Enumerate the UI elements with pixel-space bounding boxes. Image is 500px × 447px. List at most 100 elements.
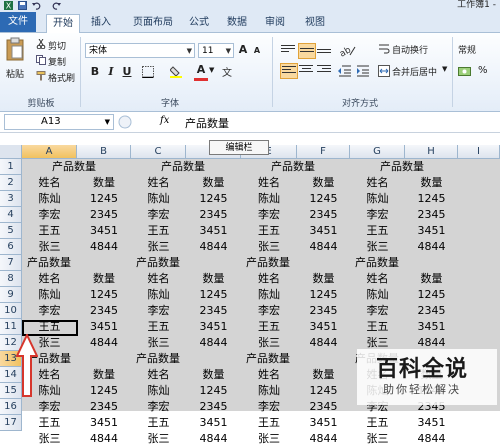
name-cell[interactable]: 王五 — [241, 319, 297, 335]
quantity-cell[interactable]: 2345 — [77, 399, 131, 415]
name-cell[interactable]: 李宏 — [22, 399, 77, 415]
quantity-cell[interactable]: 4844 — [186, 239, 241, 255]
quantity-cell[interactable]: 3451 — [77, 223, 131, 239]
border-icon[interactable] — [142, 66, 156, 78]
header-cell-quantity[interactable]: 数量 — [77, 175, 131, 191]
quantity-cell[interactable]: 1245 — [186, 383, 241, 399]
percent-format-button[interactable]: % — [478, 65, 488, 76]
tab-formulas[interactable]: 公式 — [184, 14, 214, 31]
quantity-cell[interactable]: 1245 — [77, 383, 131, 399]
name-cell[interactable]: 李宏 — [131, 207, 186, 223]
number-format-select[interactable]: 常规 — [458, 43, 476, 56]
header-cell-name[interactable]: 姓名 — [241, 175, 297, 191]
header-cell-quantity[interactable]: 数量 — [186, 271, 241, 287]
quantity-cell[interactable]: 2345 — [297, 207, 350, 223]
name-cell[interactable]: 陈灿 — [131, 287, 186, 303]
column-header-g[interactable]: G — [350, 145, 405, 159]
align-bottom-button[interactable] — [316, 43, 332, 57]
select-all-corner[interactable] — [0, 145, 22, 159]
name-cell[interactable]: 陈灿 — [22, 287, 77, 303]
row-header-16[interactable]: 16 — [0, 399, 22, 415]
quantity-cell[interactable]: 1245 — [77, 287, 131, 303]
header-cell-quantity[interactable]: 数量 — [405, 271, 458, 287]
name-cell[interactable]: 张三 — [22, 239, 77, 255]
merge-center-button[interactable]: 合并后居中 — [392, 65, 437, 78]
name-cell[interactable]: 陈灿 — [241, 383, 297, 399]
quantity-cell[interactable]: 4844 — [297, 239, 350, 255]
name-cell[interactable]: 王五 — [131, 319, 186, 335]
quantity-cell[interactable]: 3451 — [297, 223, 350, 239]
name-cell[interactable]: 李宏 — [22, 207, 77, 223]
quantity-cell[interactable]: 1245 — [297, 191, 350, 207]
copy-button[interactable]: 复制 — [48, 55, 66, 68]
name-cell[interactable]: 张三 — [22, 431, 77, 447]
quantity-cell[interactable]: 2345 — [186, 399, 241, 415]
decrease-indent-icon[interactable] — [338, 65, 352, 77]
header-cell-quantity[interactable]: 数量 — [186, 175, 241, 191]
name-cell[interactable]: 王五 — [131, 223, 186, 239]
header-cell-quantity[interactable]: 数量 — [77, 271, 131, 287]
header-cell-name[interactable]: 姓名 — [241, 367, 297, 383]
align-top-button[interactable] — [280, 43, 296, 57]
quantity-cell[interactable]: 3451 — [297, 319, 350, 335]
block-title-cell[interactable]: 产品数量 — [131, 159, 205, 175]
row-header-10[interactable]: 10 — [0, 303, 22, 319]
header-cell-quantity[interactable]: 数量 — [405, 175, 458, 191]
quantity-cell[interactable]: 3451 — [186, 319, 241, 335]
name-cell[interactable]: 张三 — [241, 335, 297, 351]
wrap-text-button[interactable]: 自动换行 — [392, 43, 428, 56]
quantity-cell[interactable]: 4844 — [405, 239, 458, 255]
quantity-cell[interactable]: 4844 — [77, 335, 131, 351]
tab-home[interactable]: 开始 — [46, 14, 80, 33]
quantity-cell[interactable]: 2345 — [186, 303, 241, 319]
quantity-cell[interactable]: 4844 — [405, 431, 458, 447]
name-cell[interactable]: 陈灿 — [131, 383, 186, 399]
phonetic-icon[interactable]: 文 — [222, 66, 236, 78]
name-cell[interactable]: 李宏 — [22, 303, 77, 319]
header-cell-name[interactable]: 姓名 — [22, 175, 77, 191]
align-right-button[interactable] — [316, 63, 332, 77]
tab-file[interactable]: 文件 — [0, 12, 36, 32]
row-header-8[interactable]: 8 — [0, 271, 22, 287]
header-cell-name[interactable]: 姓名 — [22, 271, 77, 287]
name-cell[interactable]: 陈灿 — [350, 191, 405, 207]
block-title-cell[interactable]: 产品数量 — [131, 255, 180, 271]
name-cell[interactable]: 李宏 — [131, 303, 186, 319]
italic-button[interactable]: I — [104, 65, 118, 79]
save-icon[interactable] — [18, 1, 27, 10]
header-cell-name[interactable]: 姓名 — [350, 175, 405, 191]
insert-function-button[interactable]: fx — [160, 115, 169, 126]
underline-button[interactable]: U — [120, 65, 134, 79]
column-header-h[interactable]: H — [405, 145, 458, 159]
quantity-cell[interactable]: 2345 — [77, 207, 131, 223]
row-header-9[interactable]: 9 — [0, 287, 22, 303]
quantity-cell[interactable]: 3451 — [186, 415, 241, 431]
bold-button[interactable]: B — [88, 65, 102, 79]
row-header-6[interactable]: 6 — [0, 239, 22, 255]
block-title-cell[interactable]: 产品数量 — [241, 255, 290, 271]
name-cell[interactable]: 王五 — [22, 415, 77, 431]
quantity-cell[interactable]: 1245 — [405, 287, 458, 303]
quantity-cell[interactable]: 4844 — [186, 335, 241, 351]
shrink-font-button[interactable]: A — [250, 44, 264, 58]
font-size-select[interactable]: 11 ▼ — [198, 43, 234, 58]
quantity-cell[interactable]: 2345 — [405, 207, 458, 223]
currency-format-icon[interactable] — [458, 65, 474, 77]
redo-icon[interactable] — [52, 1, 61, 10]
quantity-cell[interactable]: 3451 — [405, 223, 458, 239]
name-cell[interactable]: 王五 — [22, 223, 77, 239]
quantity-cell[interactable]: 3451 — [405, 415, 458, 431]
row-header-17[interactable]: 17 — [0, 415, 22, 431]
name-cell[interactable]: 张三 — [131, 431, 186, 447]
header-cell-name[interactable]: 姓名 — [241, 271, 297, 287]
quantity-cell[interactable]: 4844 — [77, 239, 131, 255]
column-header-f[interactable]: F — [297, 145, 350, 159]
resize-handle-icon[interactable] — [118, 115, 132, 129]
paste-button[interactable]: 粘贴 — [6, 67, 24, 80]
quantity-cell[interactable]: 1245 — [186, 191, 241, 207]
name-cell[interactable]: 张三 — [241, 239, 297, 255]
name-cell[interactable]: 陈灿 — [241, 287, 297, 303]
format-painter-button[interactable]: 格式刷 — [48, 71, 75, 84]
quantity-cell[interactable]: 2345 — [77, 303, 131, 319]
row-header-4[interactable]: 4 — [0, 207, 22, 223]
